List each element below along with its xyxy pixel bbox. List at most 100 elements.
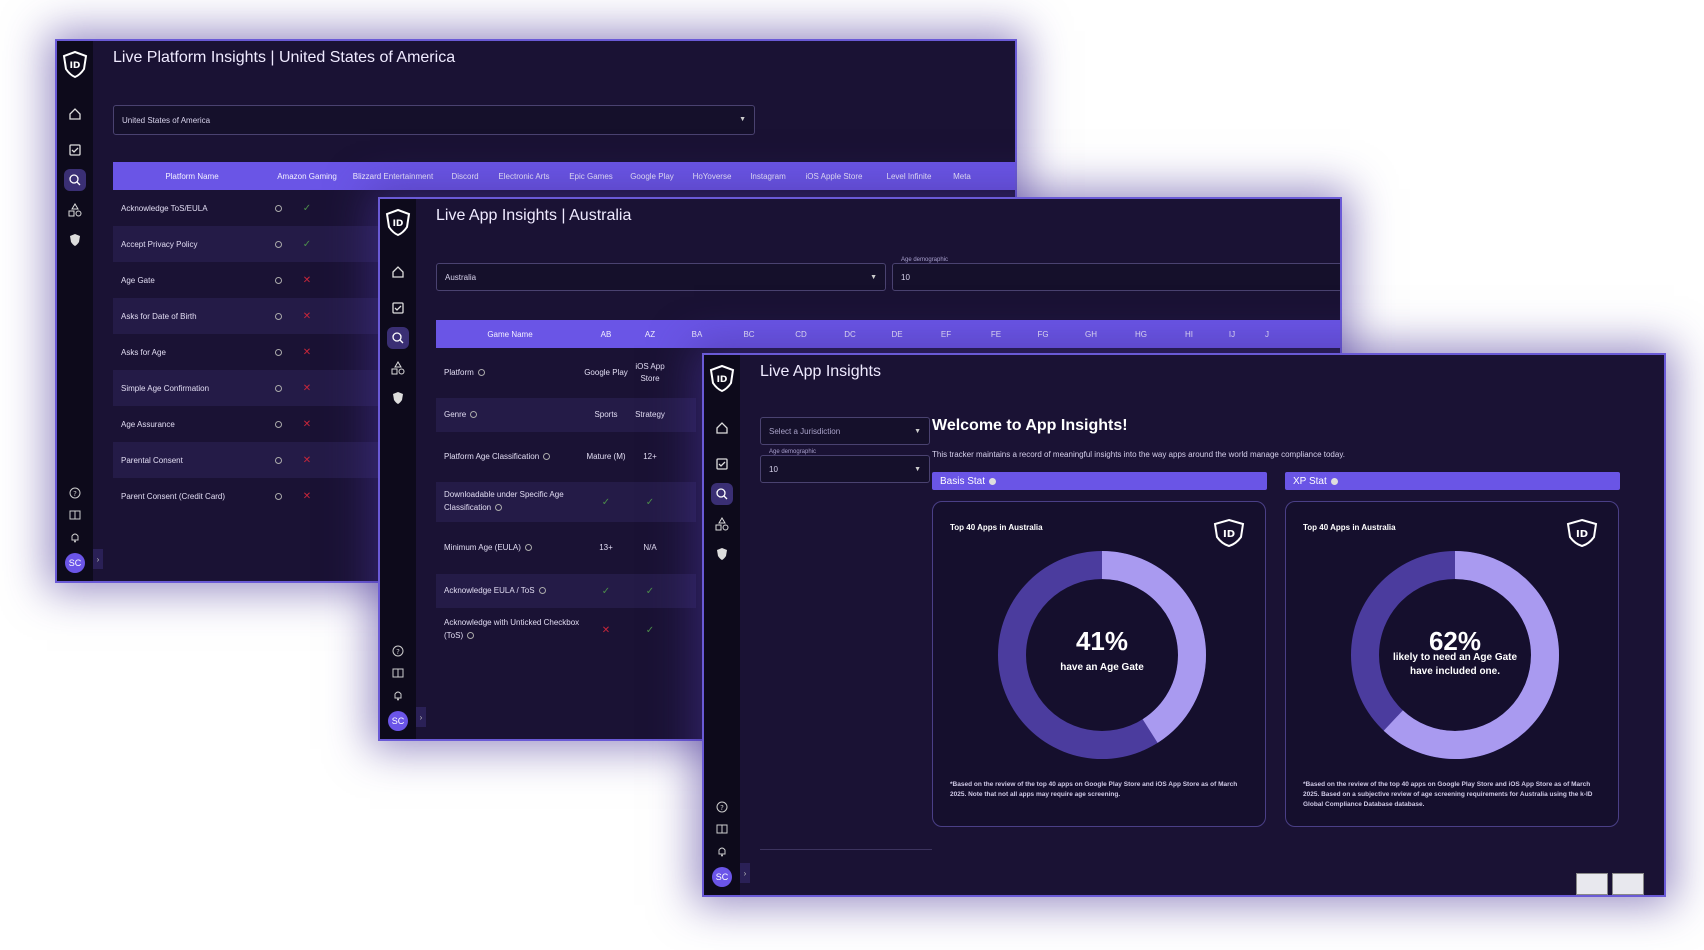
avatar[interactable]: SC	[388, 711, 408, 731]
table-row[interactable]: Age Gate ✕	[113, 262, 413, 298]
info-icon[interactable]	[467, 632, 475, 640]
help-icon[interactable]: ?	[716, 801, 728, 813]
info-icon[interactable]	[477, 368, 485, 376]
row-label-text: Platform Age Classification	[444, 451, 540, 461]
column-header[interactable]: Google Play	[621, 172, 683, 181]
home-icon[interactable]	[64, 103, 86, 125]
column-header[interactable]: HI	[1166, 330, 1212, 339]
column-header[interactable]: Amazon Gaming	[271, 172, 343, 181]
column-header[interactable]: BC	[722, 330, 776, 339]
column-header[interactable]: DE	[874, 330, 920, 339]
table-row[interactable]: Acknowledge with Unticked Checkbox (ToS)…	[436, 608, 696, 652]
table-row[interactable]: Minimum Age (EULA) 13+ N/A	[436, 522, 696, 574]
column-header[interactable]: Blizzard Entertainment	[343, 172, 443, 181]
table-row[interactable]: Asks for Date of Birth ✕	[113, 298, 413, 334]
checklist-icon[interactable]	[64, 139, 86, 161]
country-select[interactable]: United States of America ▼	[113, 105, 755, 135]
shapes-icon[interactable]	[64, 199, 86, 221]
age-demographic-select[interactable]: Age demographic 10 ▼	[760, 449, 930, 483]
table-row[interactable]: Age Assurance ✕	[113, 406, 413, 442]
cross-icon: ✕	[302, 274, 312, 286]
column-header[interactable]: AB	[584, 330, 628, 339]
info-icon[interactable]	[538, 586, 546, 594]
chevron-down-icon: ▼	[870, 274, 877, 281]
table-row[interactable]: Accept Privacy Policy ✓	[113, 226, 413, 262]
table-row[interactable]: Acknowledge ToS/EULA ✓	[113, 190, 413, 226]
shield-icon[interactable]	[387, 387, 409, 409]
insights-icon[interactable]	[64, 169, 86, 191]
column-header[interactable]: DC	[826, 330, 874, 339]
bell-icon[interactable]	[392, 689, 404, 701]
age-value: 10	[769, 464, 778, 474]
table-row[interactable]: Asks for Age ✕	[113, 334, 413, 370]
book-icon[interactable]	[392, 667, 404, 679]
shield-icon[interactable]	[64, 229, 86, 251]
home-icon[interactable]	[711, 417, 733, 439]
help-icon[interactable]: ?	[69, 487, 81, 499]
shapes-icon[interactable]	[711, 513, 733, 535]
help-icon[interactable]: ?	[392, 645, 404, 657]
insights-icon[interactable]	[711, 483, 733, 505]
table-row[interactable]: Acknowledge EULA / ToS ✓ ✓	[436, 574, 696, 608]
column-header[interactable]: CD	[776, 330, 826, 339]
table-row[interactable]: Downloadable under Specific Age Classifi…	[436, 482, 696, 522]
xp-stat-bar[interactable]: XP Stat	[1285, 472, 1620, 490]
column-header[interactable]: HG	[1116, 330, 1166, 339]
column-header[interactable]: Instagram	[741, 172, 795, 181]
table-row[interactable]: Genre Sports Strategy	[436, 398, 696, 432]
basis-stat-bar[interactable]: Basis Stat	[932, 472, 1267, 490]
cross-icon: ✕	[302, 454, 312, 466]
shapes-icon[interactable]	[387, 357, 409, 379]
info-icon[interactable]	[1330, 477, 1338, 485]
column-header[interactable]: J	[1252, 330, 1282, 339]
info-icon[interactable]	[543, 452, 551, 460]
row-label-text: Minimum Age (EULA)	[444, 542, 521, 552]
column-header[interactable]: EF	[920, 330, 972, 339]
age-demographic-label: Age demographic	[767, 449, 819, 455]
table-row[interactable]: Parental Consent ✕	[113, 442, 413, 478]
info-icon[interactable]	[470, 410, 478, 418]
column-header[interactable]: iOS Apple Store	[795, 172, 873, 181]
table-row[interactable]: Platform Age Classification Mature (M) 12+	[436, 432, 696, 482]
column-header[interactable]: FE	[972, 330, 1020, 339]
column-header[interactable]: GH	[1066, 330, 1116, 339]
info-icon[interactable]	[524, 543, 532, 551]
column-header[interactable]: Platform Name	[113, 172, 271, 181]
bell-icon[interactable]	[716, 845, 728, 857]
kid-logo-icon[interactable]: ID	[60, 49, 90, 79]
column-header[interactable]: Game Name	[436, 330, 584, 339]
info-icon[interactable]	[989, 477, 997, 485]
column-header[interactable]: Level Infinite	[873, 172, 945, 181]
insights-icon[interactable]	[387, 327, 409, 349]
kid-logo-icon[interactable]: ID	[383, 207, 413, 237]
kid-logo-icon[interactable]: ID	[707, 363, 737, 393]
jurisdiction-select[interactable]: Select a Jurisdiction ▼	[760, 417, 930, 445]
avatar[interactable]: SC	[65, 553, 85, 573]
checklist-icon[interactable]	[711, 453, 733, 475]
column-header[interactable]: Epic Games	[561, 172, 621, 181]
table-row[interactable]: Platform Google Play iOS App Store	[436, 348, 696, 398]
cell-value: N/A	[643, 543, 657, 552]
column-header[interactable]: IJ	[1212, 330, 1252, 339]
home-icon[interactable]	[387, 261, 409, 283]
column-header[interactable]: Meta	[945, 172, 979, 181]
column-header[interactable]: Electronic Arts	[487, 172, 561, 181]
country-select[interactable]: Australia ▼	[436, 263, 886, 291]
checklist-icon[interactable]	[387, 297, 409, 319]
table-row[interactable]: Simple Age Confirmation ✕	[113, 370, 413, 406]
check-icon: ✓	[645, 585, 655, 597]
column-header[interactable]: BA	[672, 330, 722, 339]
column-header[interactable]: HoYoverse	[683, 172, 741, 181]
column-header[interactable]: Discord	[443, 172, 487, 181]
book-icon[interactable]	[69, 509, 81, 521]
age-demographic-field[interactable]: Age demographic 10	[892, 257, 1340, 291]
table-row[interactable]: Parent Consent (Credit Card) ✕	[113, 478, 413, 514]
book-icon[interactable]	[716, 823, 728, 835]
shield-icon[interactable]	[711, 543, 733, 565]
bell-icon[interactable]	[69, 531, 81, 543]
row-label: Asks for Age	[121, 347, 166, 357]
column-header[interactable]: AZ	[628, 330, 672, 339]
info-icon[interactable]	[495, 504, 503, 512]
column-header[interactable]: FG	[1020, 330, 1066, 339]
avatar[interactable]: SC	[712, 867, 732, 887]
